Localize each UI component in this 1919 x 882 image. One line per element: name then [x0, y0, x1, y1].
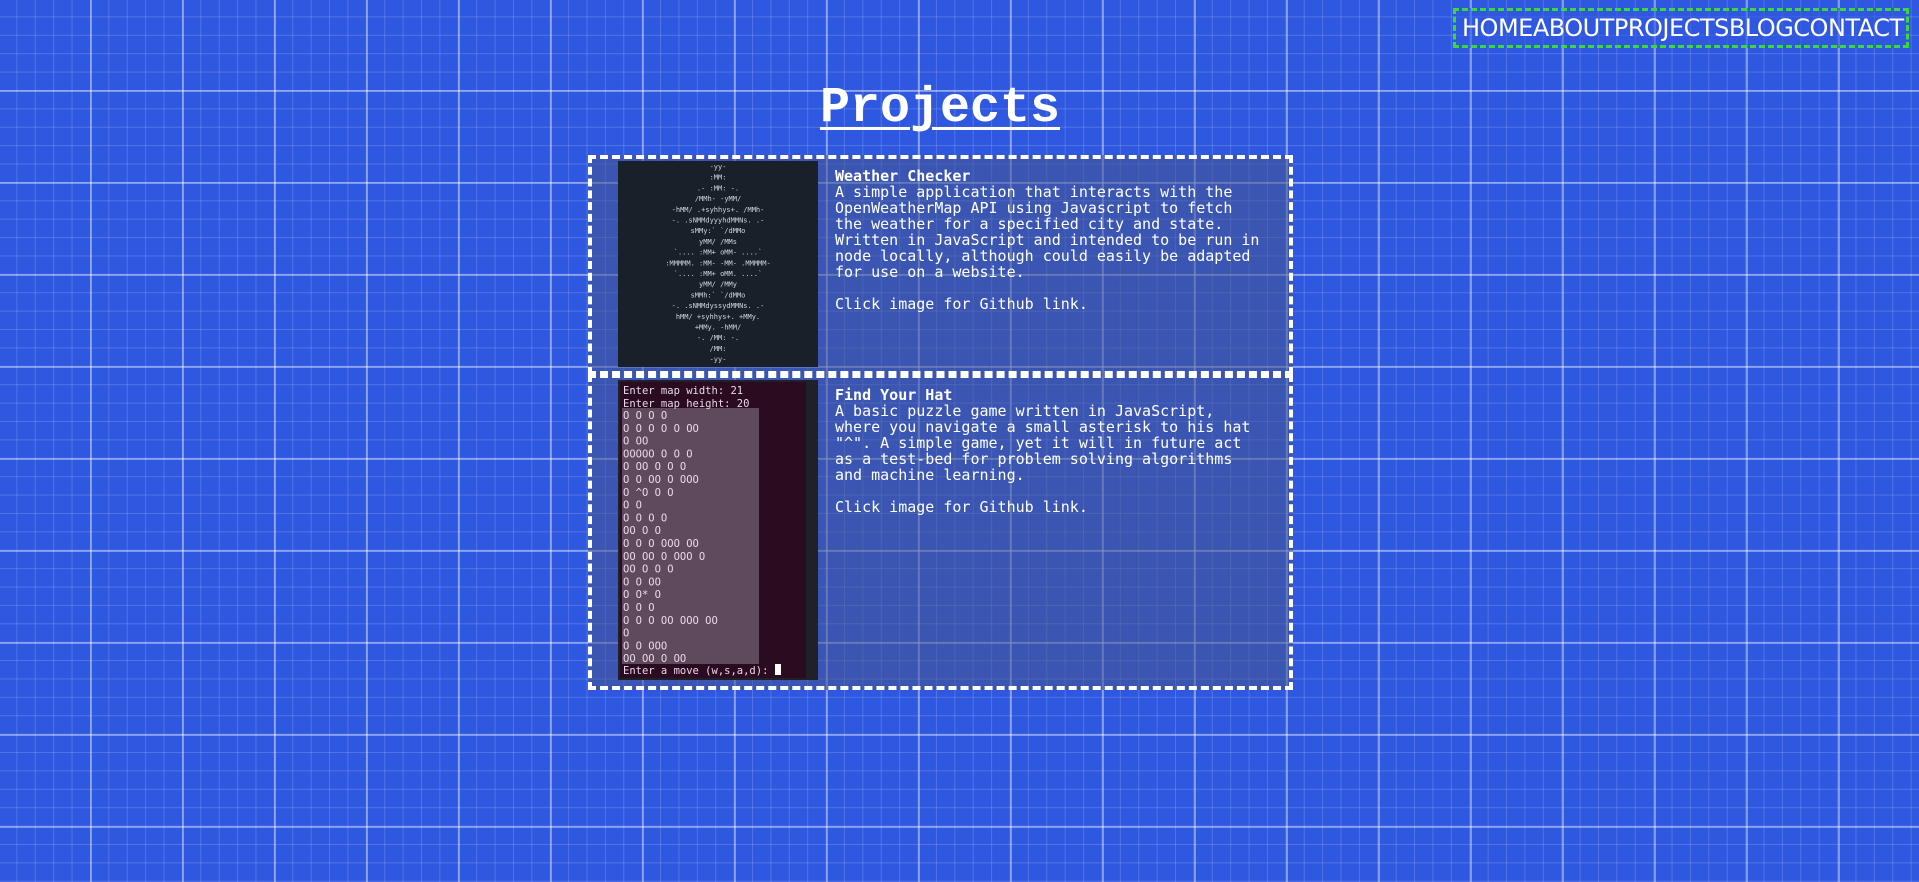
ascii-art-line: :MMMMM. :MM- -MM- .MMMMM- — [665, 259, 770, 267]
terminal-prompt-width: Enter map width: 21 — [623, 385, 743, 397]
project-description-block: Find Your Hat A basic puzzle game writte… — [835, 387, 1265, 515]
ascii-art-line: :MM: — [710, 174, 727, 182]
ascii-art-line: -yy- — [710, 356, 727, 364]
map-row: O O OO O OOO — [623, 474, 699, 486]
top-nav: HOME ABOUT PROJECTS BLOG CONTACT — [1453, 8, 1909, 48]
map-row: O O O O O OO — [623, 423, 699, 435]
map-row: O O O O — [623, 410, 667, 422]
github-link-note: Click image for Github link. — [835, 295, 1088, 313]
nav-blog-link[interactable]: BLOG — [1729, 14, 1794, 42]
ascii-art-line: `.... :MM+ oMM- ....` — [674, 249, 763, 257]
map-row: O O — [623, 500, 642, 512]
project-card-find-your-hat: Enter map width: 21 Enter map height: 20… — [588, 374, 1293, 690]
project-card-weather-checker: -yy- :MM: .- :MM: -. /MMh- -yMM/ -hMM/ .+syh… — [588, 155, 1293, 375]
ascii-art-line: sMMh:` `/dMMo — [691, 291, 746, 299]
ascii-art-line: yMM/ /MMs — [699, 238, 737, 246]
ascii-art-line: -. /MM: -. — [697, 334, 739, 342]
terminal-cursor — [775, 664, 781, 675]
ascii-art-line: hMM/ +syhhys+. +MMy. — [676, 313, 760, 321]
map-row: O — [623, 628, 629, 640]
ascii-art-line: -yy- — [710, 163, 727, 171]
project-description: A basic puzzle game written in JavaScrip… — [835, 402, 1251, 484]
project-title: Find Your Hat — [835, 386, 953, 404]
map-row: OO O O O — [623, 564, 674, 576]
map-row: OO OO O OO — [623, 653, 686, 665]
weather-ascii-art: -yy- :MM: .- :MM: -. /MMh- -yMM/ -hMM/ .+syh… — [665, 163, 770, 364]
map-row: O O OO — [623, 576, 661, 588]
nav-home-link[interactable]: HOME — [1462, 14, 1533, 42]
terminal-prompt-height: Enter map height: 20 — [623, 398, 749, 410]
find-your-hat-image-link[interactable]: Enter map width: 21 Enter map height: 20… — [618, 380, 818, 680]
map-row: OO O O — [623, 525, 661, 537]
nav-projects-link[interactable]: PROJECTS — [1614, 14, 1729, 42]
ascii-art-line: -. .sNMMdyyyhdMMNs. .- — [672, 217, 765, 225]
project-title: Weather Checker — [835, 167, 971, 185]
weather-checker-image-link[interactable]: -yy- :MM: .- :MM: -. /MMh- -yMM/ -hMM/ .+syh… — [618, 161, 818, 367]
github-link-note: Click image for Github link. — [835, 498, 1088, 516]
nav-about-link[interactable]: ABOUT — [1533, 14, 1615, 42]
terminal-screenshot: Enter map width: 21 Enter map height: 20… — [620, 382, 806, 678]
terminal-move-prompt: Enter a move (w,s,a,d): — [623, 665, 768, 677]
map-row: O O O O — [623, 512, 667, 524]
ascii-art-line: /MMh- -yMM/ — [695, 195, 741, 203]
map-row: O ^O O O — [623, 487, 674, 499]
ascii-art-line: -. .sNMMdyssydMMNs. .- — [672, 302, 765, 310]
page-title: Projects — [819, 80, 1061, 137]
map-row: O O O — [623, 602, 655, 614]
ascii-art-line: .- :MM: -. — [697, 184, 739, 192]
ascii-art-line: sMMy:` `/dMMo — [691, 227, 746, 235]
map-row: OOOOO O O O — [623, 448, 693, 460]
ascii-art-line: -hMM/ .+syhhys+. /MMh- — [672, 206, 765, 214]
map-row: O O OOO — [623, 640, 667, 652]
ascii-art-line: `.... :MM+ oMM. ....` — [674, 270, 763, 278]
map-row: O OO O O O — [623, 461, 686, 473]
ascii-art-line: /MM: — [710, 345, 727, 353]
project-description-block: Weather Checker A simple application tha… — [835, 168, 1265, 312]
project-description: A simple application that interacts with… — [835, 183, 1260, 281]
ascii-art-line: +MMy. -hMM/ — [695, 324, 741, 332]
ascii-art-line: yMM/ /MMy — [699, 281, 737, 289]
map-row: OO OO O OOO O — [623, 551, 705, 563]
map-row: O O* O — [623, 589, 661, 601]
map-row: O O O OOO OO — [623, 538, 699, 550]
nav-contact-link[interactable]: CONTACT — [1793, 14, 1904, 42]
map-row: O O O OO OOO OO — [623, 615, 718, 627]
map-row: O OO — [623, 436, 648, 448]
